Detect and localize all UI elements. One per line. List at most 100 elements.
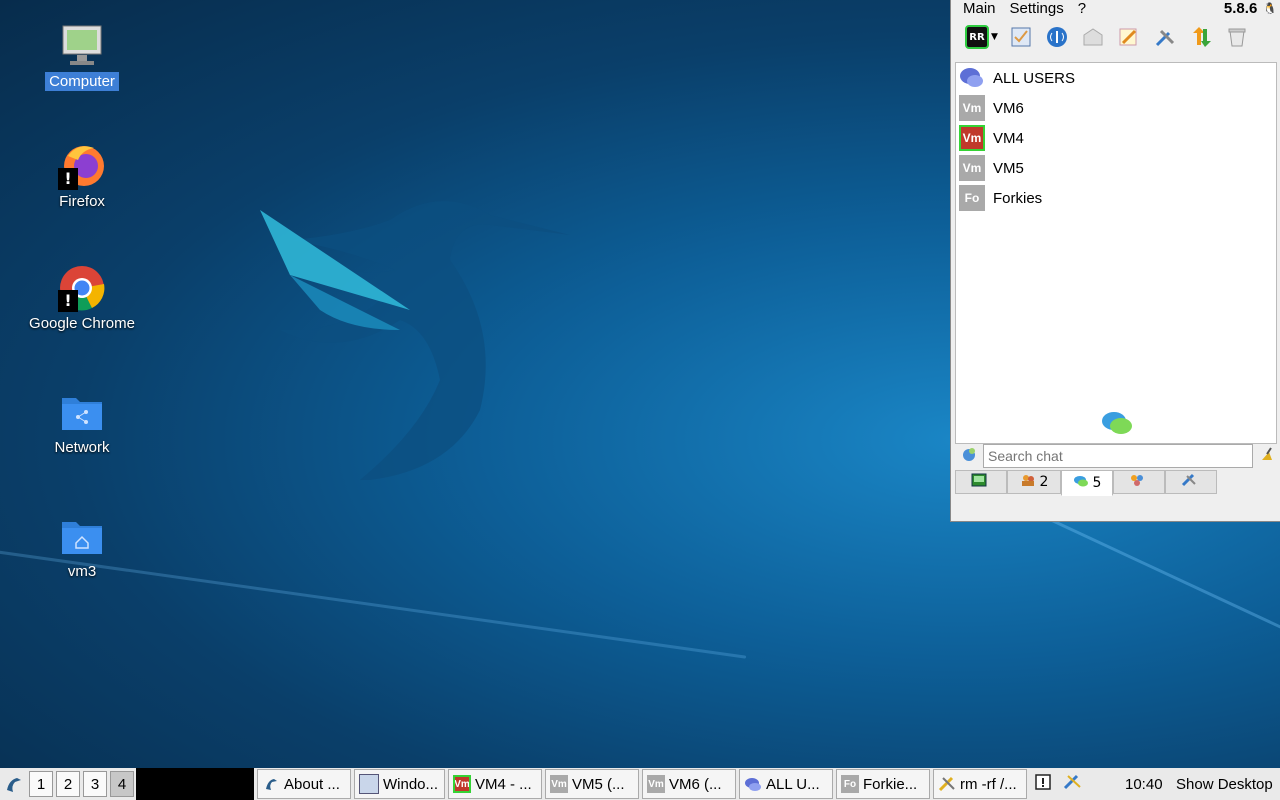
linux-tux-icon: 🐧 [1263,3,1277,15]
user-row-vm4[interactable]: Vm VM4 [956,123,1276,153]
task-label: Windo... [383,775,439,793]
rr-label: RR [969,31,985,43]
chat-icon [1073,474,1089,492]
search-row [955,444,1275,468]
tab-chats[interactable]: 5 [1061,470,1113,496]
user-row-forkies[interactable]: Fo Forkies [956,183,1276,213]
task-label: VM4 - ... [475,775,532,793]
broadcast-icon[interactable] [1044,24,1070,50]
user-name: VM4 [993,129,1024,147]
task-avatar: Vm [550,775,568,793]
network-folder-icon [58,388,106,436]
desktop-icon-label: Google Chrome [29,315,135,332]
terminal-icon [971,473,987,491]
task-vm5[interactable]: Vm VM5 (... [545,769,639,799]
show-desktop-button[interactable]: Show Desktop [1176,768,1273,800]
user-avatar: Vm [959,95,985,121]
chat-bubbles-icon [1100,409,1134,441]
warning-icon: ! [58,290,78,312]
task-label: rm -rf /... [960,775,1017,793]
desktop-icon-label: Network [54,439,110,456]
workspace-3[interactable]: 3 [83,771,107,797]
start-menu-icon[interactable] [0,774,26,794]
tab-groups[interactable] [1113,470,1165,494]
task-avatar: Vm [453,775,471,793]
desktop-icon-computer[interactable]: Computer [22,22,142,91]
desktop-icon-label: Firefox [59,193,105,210]
rr-status-button[interactable]: RR [965,25,989,49]
groups-icon [1129,473,1145,491]
users-icon [1020,473,1036,491]
clear-search-icon[interactable] [1259,446,1275,466]
tools-icon [1181,473,1197,491]
workspace-4[interactable]: 4 [110,771,134,797]
checklist-icon[interactable] [1008,24,1034,50]
desktop-icon-label: Computer [45,72,119,91]
notification-icon[interactable] [1035,774,1051,794]
search-input[interactable] [983,444,1253,468]
workspace-2[interactable]: 2 [56,771,80,797]
envelope-icon[interactable] [1080,24,1106,50]
app-logo-icon [262,775,280,793]
search-options-icon[interactable] [961,446,977,466]
tab-tools[interactable] [1165,470,1217,494]
desktop-icon-home-folder[interactable]: vm3 [22,512,142,581]
chevron-down-icon[interactable]: ▼ [991,32,998,42]
tools-icon[interactable] [1152,24,1178,50]
user-avatar: Vm [959,155,985,181]
transfer-icon[interactable] [1188,24,1214,50]
user-name: VM5 [993,159,1024,177]
tray-tools-icon[interactable] [1063,773,1083,795]
user-avatar: Fo [959,185,985,211]
task-terminal[interactable]: rm -rf /... [933,769,1027,799]
user-row-vm5[interactable]: Vm VM5 [956,153,1276,183]
pencil-icon[interactable] [1116,24,1142,50]
user-name: ALL USERS [993,69,1075,87]
task-window[interactable]: Windo... [354,769,445,799]
task-label: Forkie... [863,775,918,793]
desktop-icon-label: vm3 [67,563,97,580]
group-chat-icon [744,775,762,793]
tab-terminal[interactable] [955,470,1007,494]
wallpaper-bird-logo [260,201,570,480]
tab-count: 5 [1092,475,1102,491]
chrome-icon: ! [58,264,106,312]
user-name: Forkies [993,189,1043,207]
tools-icon [938,775,956,793]
user-avatar: Vm [959,125,985,151]
task-label: About ... [284,775,340,793]
task-forkies[interactable]: Fo Forkie... [836,769,930,799]
tab-count: 2 [1039,474,1049,490]
user-list: ALL USERS Vm VM6 Vm VM4 Vm VM5 Fo Forkie… [955,62,1277,444]
clock[interactable]: 10:40 [1125,768,1163,800]
version-label: 5.8.6 [1223,0,1258,17]
user-name: VM6 [993,99,1024,117]
desktop-icon-chrome[interactable]: ! Google Chrome [22,264,142,333]
user-row-vm6[interactable]: Vm VM6 [956,93,1276,123]
firefox-icon: ! [58,142,106,190]
task-label: ALL U... [766,775,820,793]
menu-main[interactable]: Main [963,0,996,17]
user-row-all-users[interactable]: ALL USERS [956,63,1276,93]
workspace-preview [136,768,254,800]
tab-users[interactable]: 2 [1007,470,1061,494]
menu-settings[interactable]: Settings [1010,0,1064,17]
computer-icon [58,22,106,70]
window-icon [359,774,379,794]
task-vm4[interactable]: Vm VM4 - ... [448,769,542,799]
warning-icon: ! [58,168,78,190]
bottom-tabs: 2 5 [955,470,1217,496]
workspace-1[interactable]: 1 [29,771,53,797]
task-label: VM5 (... [572,775,625,793]
chat-window: Main Settings ? 5.8.6 🐧 RR ▼ ALL USERS V… [950,0,1280,522]
trash-icon[interactable] [1224,24,1250,50]
home-folder-icon [58,512,106,560]
desktop-icon-firefox[interactable]: ! Firefox [22,142,142,211]
task-vm6[interactable]: Vm VM6 (... [642,769,736,799]
desktop-icon-network[interactable]: Network [22,388,142,457]
menu-help[interactable]: ? [1078,0,1086,17]
task-avatar: Fo [841,775,859,793]
menu-bar: Main Settings ? 5.8.6 🐧 [951,0,1280,17]
task-about[interactable]: About ... [257,769,351,799]
task-all-users[interactable]: ALL U... [739,769,833,799]
